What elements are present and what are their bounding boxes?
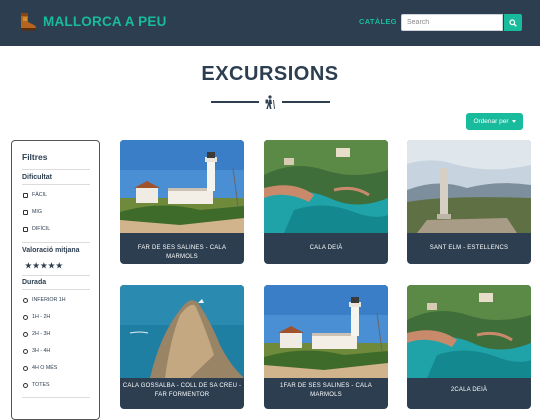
excursion-name: 1FAR DE SES SALINES - CALA MARMOLS [280, 383, 372, 398]
excursion-name: CALA DEIÀ [309, 245, 343, 251]
excursion-name: 2CALA DEIÀ [450, 387, 488, 393]
divider [22, 242, 90, 243]
search-button[interactable] [504, 14, 522, 31]
sort-dropdown-button[interactable]: Ordenar per [466, 113, 523, 130]
excursion-card[interactable]: 2CALA DEIÀ [407, 285, 531, 409]
excursion-card[interactable]: CALA GOSSALBA - COLL DE SA CREU - FAR FO… [120, 285, 244, 409]
checkbox[interactable] [23, 226, 28, 232]
excursion-name: FAR DE SES SALINES - CALA MARMOLS [137, 245, 227, 260]
duration-option[interactable]: 3H - 4H [23, 348, 50, 354]
title-divider-right [282, 101, 330, 103]
difficulty-option-easy[interactable]: FÀCIL [23, 192, 47, 198]
cove-photo [264, 140, 388, 233]
excursion-name: SANT ELM - ESTELLENCS [429, 245, 509, 251]
rating-stars[interactable]: ★★★★★ [25, 261, 64, 270]
hiker-icon [265, 95, 275, 110]
lighthouse-photo [264, 285, 388, 378]
divider [22, 397, 90, 398]
difficulty-option-medium[interactable]: MIG [23, 209, 42, 215]
rating-heading: Valoració mitjana [22, 247, 80, 254]
excursion-card[interactable]: 1FAR DE SES SALINES - CALA MARMOLS [264, 285, 388, 409]
divider [22, 289, 90, 290]
lighthouse-photo [120, 140, 244, 233]
monument-photo [407, 140, 531, 233]
cove-photo [407, 285, 531, 378]
duration-option[interactable]: 4H O MÉS [23, 365, 57, 371]
difficulty-option-hard[interactable]: DIFÍCIL [23, 226, 50, 232]
search-input[interactable] [401, 14, 503, 31]
excursion-card[interactable]: CALA DEIÀ [264, 140, 388, 264]
hiking-boot-icon [21, 13, 36, 31]
filters-panel: Filtres Dificultat FÀCIL MIG DIFÍCIL Val… [11, 140, 100, 420]
navbar: MALLORCA A PEU CATÀLEG [0, 0, 540, 46]
page-title: EXCURSIONS [201, 63, 339, 85]
brand-link[interactable]: MALLORCA A PEU [17, 11, 167, 32]
nav-link-catalog[interactable]: CATÀLEG [359, 17, 397, 26]
radio[interactable] [23, 348, 28, 354]
radio[interactable] [23, 382, 28, 388]
radio[interactable] [23, 331, 28, 337]
radio[interactable] [23, 314, 28, 320]
duration-option[interactable]: 2H - 3H [23, 331, 50, 337]
sort-label: Ordenar per [473, 118, 509, 125]
radio[interactable] [23, 365, 28, 371]
radio[interactable] [23, 297, 28, 303]
duration-option[interactable]: 1H - 2H [23, 314, 50, 320]
search-icon [509, 18, 517, 27]
excursion-name: CALA GOSSALBA - COLL DE SA CREU - FAR FO… [122, 383, 242, 398]
caret-down-icon [511, 120, 516, 123]
checkbox[interactable] [23, 209, 28, 215]
divider [22, 169, 90, 170]
peninsula-photo [120, 285, 244, 378]
brand-name: MALLORCA A PEU [43, 14, 167, 29]
duration-heading: Durada [22, 279, 47, 286]
checkbox[interactable] [23, 192, 28, 198]
filters-title: Filtres [22, 152, 48, 162]
divider [22, 275, 90, 276]
title-divider-left [211, 101, 259, 103]
duration-option[interactable]: TOTES [23, 382, 50, 388]
divider [22, 184, 90, 185]
excursion-card[interactable]: FAR DE SES SALINES - CALA MARMOLS [120, 140, 244, 264]
excursion-card[interactable]: SANT ELM - ESTELLENCS [407, 140, 531, 264]
difficulty-heading: Dificultat [22, 174, 52, 181]
duration-option[interactable]: INFERIOR 1H [23, 297, 66, 303]
